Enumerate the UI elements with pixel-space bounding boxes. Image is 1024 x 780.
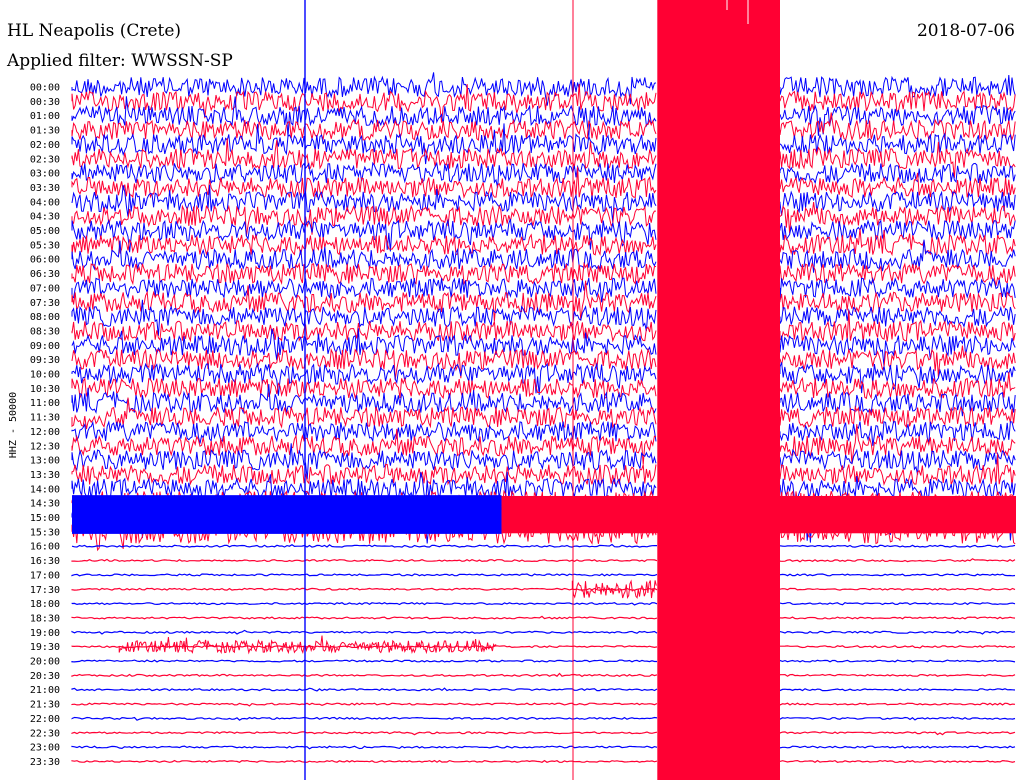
hour-label: 05:30 xyxy=(30,240,60,251)
hour-label: 21:30 xyxy=(30,700,60,711)
hour-label: 08:00 xyxy=(30,312,60,323)
hour-label: 16:00 xyxy=(30,542,60,553)
hour-label: 04:30 xyxy=(30,212,60,223)
hour-label: 18:00 xyxy=(30,599,60,610)
station-title: HL Neapolis (Crete) xyxy=(7,21,181,41)
hour-label: 16:30 xyxy=(30,556,60,567)
hour-label: 05:00 xyxy=(30,226,60,237)
hour-label: 10:30 xyxy=(30,384,60,395)
hour-label: 20:30 xyxy=(30,671,60,682)
hour-label: 18:30 xyxy=(30,613,60,624)
hour-label: 23:00 xyxy=(30,743,60,754)
hour-label: 00:00 xyxy=(30,83,60,94)
hour-label: 01:30 xyxy=(30,126,60,137)
y-axis-label: HHZ - 50000 xyxy=(8,392,19,458)
date-label: 2018-07-06 xyxy=(917,21,1015,41)
hour-label: 17:30 xyxy=(30,585,60,596)
hour-label: 08:30 xyxy=(30,326,60,337)
hour-label: 07:00 xyxy=(30,283,60,294)
hour-label: 15:00 xyxy=(30,513,60,524)
hour-label: 13:30 xyxy=(30,470,60,481)
saturated-block xyxy=(72,495,502,534)
hour-label: 14:00 xyxy=(30,484,60,495)
hour-label: 13:00 xyxy=(30,456,60,467)
hour-label: 21:00 xyxy=(30,685,60,696)
hour-label: 03:00 xyxy=(30,169,60,180)
hour-label: 06:30 xyxy=(30,269,60,280)
hour-label: 02:30 xyxy=(30,154,60,165)
hour-label: 19:30 xyxy=(30,642,60,653)
hour-label: 17:00 xyxy=(30,570,60,581)
hour-label: 00:30 xyxy=(30,97,60,108)
hour-label: 12:30 xyxy=(30,441,60,452)
hour-label: 23:30 xyxy=(30,757,60,768)
hour-label: 04:00 xyxy=(30,197,60,208)
filter-label: Applied filter: WWSSN-SP xyxy=(6,51,233,71)
hour-label: 22:00 xyxy=(30,714,60,725)
hour-label: 12:00 xyxy=(30,427,60,438)
hour-label: 14:30 xyxy=(30,499,60,510)
hour-label: 03:30 xyxy=(30,183,60,194)
hour-label: 19:00 xyxy=(30,628,60,639)
hour-label: 07:30 xyxy=(30,298,60,309)
hour-label: 02:00 xyxy=(30,140,60,151)
data-gap-column xyxy=(657,0,780,780)
hour-label: 10:00 xyxy=(30,370,60,381)
hour-label: 11:30 xyxy=(30,413,60,424)
hour-label: 15:30 xyxy=(30,527,60,538)
hour-label: 20:00 xyxy=(30,657,60,668)
hour-label: 11:00 xyxy=(30,398,60,409)
hour-label: 09:00 xyxy=(30,341,60,352)
hour-label: 06:00 xyxy=(30,255,60,266)
hour-label: 09:30 xyxy=(30,355,60,366)
hour-label: 01:00 xyxy=(30,111,60,122)
hour-label: 22:30 xyxy=(30,728,60,739)
helicorder-chart: HL Neapolis (Crete) Applied filter: WWSS… xyxy=(0,0,1024,780)
